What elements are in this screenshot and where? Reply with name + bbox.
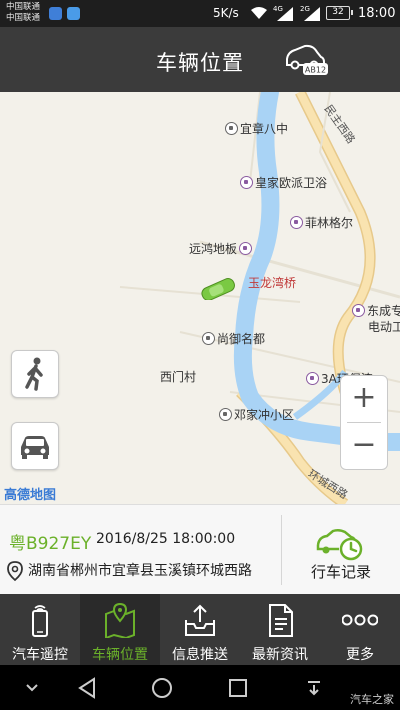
clock: 18:00	[358, 6, 396, 21]
watermark: 汽车之家	[350, 693, 394, 706]
map-view[interactable]: 民主西路 环城西路 宜章八中 皇家欧派卫浴 菲林格尔 远鸿地板 玉龙湾桥 尚御名…	[0, 92, 400, 504]
bottom-tab-bar: 汽车遥控 车辆位置 信息推送 最新资讯 更多	[0, 594, 400, 665]
signal-2-icon: 2G	[300, 5, 320, 21]
notification-pull-icon[interactable]	[300, 675, 328, 701]
shop-icon	[240, 176, 253, 189]
trip-record-button[interactable]: 行车记录	[282, 505, 400, 595]
tab-label: 信息推送	[172, 647, 228, 663]
notification-message-icon	[67, 7, 80, 20]
network-speed: 5K/s	[213, 6, 239, 20]
inbox-upload-icon	[185, 604, 215, 636]
tab-latest-news[interactable]: 最新资讯	[240, 594, 320, 665]
poi-flooring-1[interactable]: 菲林格尔	[290, 214, 353, 231]
car-icon	[21, 436, 49, 459]
network-type-2: 2G	[300, 5, 310, 13]
tab-label: 汽车遥控	[12, 647, 68, 663]
shop-icon	[239, 242, 253, 255]
home-button-icon[interactable]	[148, 675, 176, 701]
zoom-out-button[interactable]: −	[341, 423, 387, 469]
vehicle-marker[interactable]	[198, 278, 238, 300]
walk-mode-button[interactable]	[11, 350, 59, 398]
trip-record-icon	[316, 528, 363, 561]
poi-village[interactable]: 西门村	[160, 368, 196, 385]
poi-flooring-2[interactable]: 远鸿地板	[189, 240, 254, 257]
document-icon	[269, 604, 293, 637]
poi-ev-store[interactable]: 东成专	[352, 302, 400, 319]
poi-community[interactable]: 邓家冲小区	[219, 406, 294, 423]
battery-icon: 32	[326, 6, 353, 20]
zoom-in-button[interactable]: +	[341, 376, 387, 422]
more-dots-icon	[342, 614, 378, 626]
poi-bridge[interactable]: 玉龙湾桥	[248, 274, 296, 291]
tab-vehicle-location[interactable]: 车辆位置	[80, 594, 160, 665]
phone-remote-icon	[32, 605, 48, 637]
carrier-1: 中国联通	[6, 2, 41, 12]
page-title: 车辆位置	[156, 51, 244, 75]
shop-icon	[290, 216, 303, 229]
building-icon	[219, 408, 232, 421]
poi-residence[interactable]: 尚御名都	[202, 330, 265, 347]
switch-vehicle-button[interactable]: AB12	[283, 43, 329, 77]
car-mode-button[interactable]	[11, 422, 59, 470]
map-pin-icon	[105, 602, 135, 638]
notification-app-icon	[49, 7, 62, 20]
poi-school[interactable]: 宜章八中	[225, 120, 288, 137]
poi-bathroom-store[interactable]: 皇家欧派卫浴	[240, 174, 327, 191]
recents-button-icon[interactable]	[224, 675, 252, 701]
carrier-info: 中国联通 中国联通	[6, 2, 40, 24]
tab-label: 车辆位置	[92, 647, 148, 663]
tab-label: 更多	[346, 647, 374, 663]
tab-remote-control[interactable]: 汽车遥控	[0, 594, 80, 665]
carrier-2: 中国联通	[6, 13, 41, 23]
license-plate: 粤B927EY	[9, 534, 92, 554]
vehicle-address: 湖南省郴州市宜章县玉溪镇环城西路	[28, 563, 252, 579]
map-provider-logo: 高德地图	[4, 488, 57, 503]
zoom-control: + −	[340, 375, 388, 470]
tab-message-push[interactable]: 信息推送	[160, 594, 240, 665]
trip-record-label: 行车记录	[310, 563, 371, 581]
location-pin-icon	[7, 561, 23, 582]
building-icon	[202, 332, 215, 345]
school-icon	[225, 122, 238, 135]
system-nav-bar	[0, 665, 400, 710]
vehicle-info-panel: 粤B927EY 2016/8/25 18:00:00 湖南省郴州市宜章县玉溪镇环…	[0, 504, 400, 594]
shop-icon	[352, 304, 365, 317]
location-timestamp: 2016/8/25 18:00:00	[96, 531, 236, 547]
chevron-down-icon[interactable]	[18, 675, 46, 701]
tab-more[interactable]: 更多	[320, 594, 400, 665]
app-header: 车辆位置 AB12	[0, 27, 400, 92]
tab-label: 最新资讯	[252, 647, 308, 663]
back-button-icon[interactable]	[74, 675, 102, 701]
shop-icon	[306, 372, 319, 385]
car-badge: AB12	[305, 66, 326, 75]
network-type-1: 4G	[273, 5, 283, 13]
status-bar: 中国联通 中国联通 5K/s 4G 2G 32 18:00	[0, 0, 400, 27]
signal-1-icon: 4G	[273, 5, 293, 21]
wifi-icon	[251, 7, 267, 19]
poi-ev-store-line2: 电动工	[368, 320, 400, 334]
pedestrian-icon	[25, 357, 43, 391]
